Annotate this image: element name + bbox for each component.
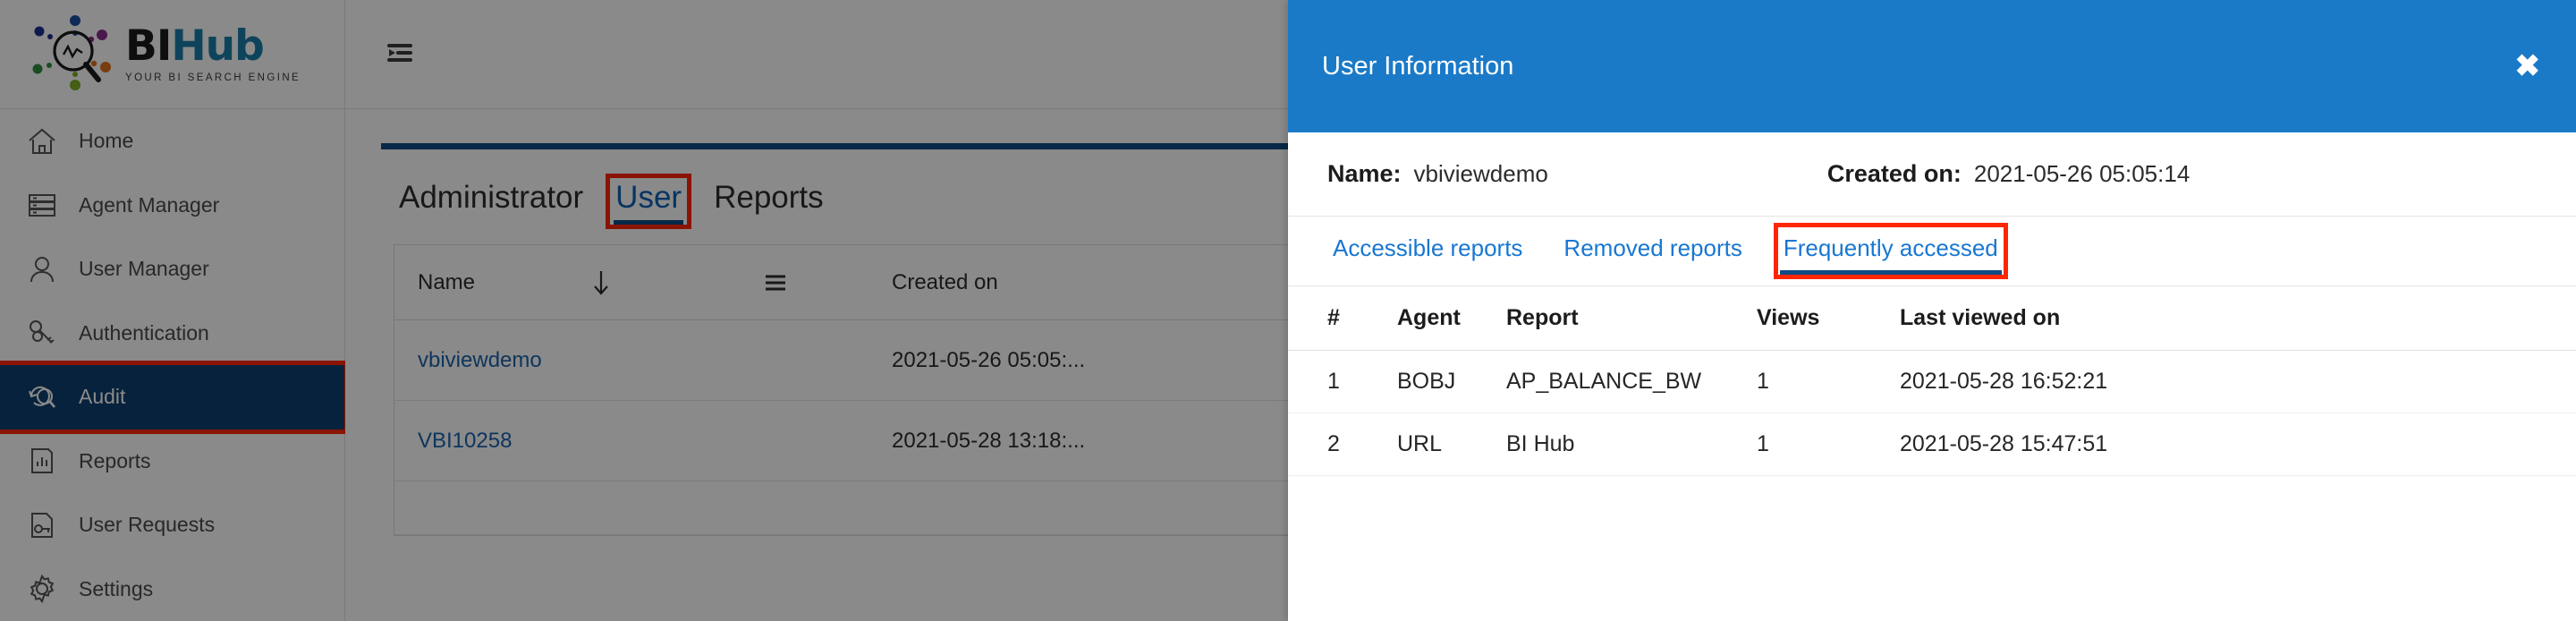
- dialog-tab-bar: Accessible reports Removed reports Frequ…: [1288, 217, 2576, 286]
- column-header-views: Views: [1757, 305, 1820, 330]
- hamburger-filter-icon[interactable]: [659, 272, 892, 293]
- sidebar-item-settings[interactable]: Settings: [0, 557, 344, 621]
- cell-views: 1: [1757, 431, 1769, 456]
- created-on-value: 2021-05-26 05:05:14: [1973, 160, 2190, 187]
- app-root: BIHub YOUR BI SEARCH ENGINE Home Agent M…: [0, 0, 2576, 621]
- brand-name-hub: Hub: [171, 21, 264, 71]
- document-key-icon: [21, 506, 63, 545]
- created-on-field: Created on: 2021-05-26 05:05:14: [1827, 160, 2190, 188]
- tab-reports[interactable]: Reports: [708, 178, 829, 225]
- magnifier-analytics-icon: [23, 10, 122, 99]
- sidebar-item-user-requests[interactable]: User Requests: [0, 493, 344, 557]
- sidebar-item-home[interactable]: Home: [0, 109, 344, 174]
- name-field: Name: vbiviewdemo: [1327, 160, 1548, 188]
- table-header-row: # Agent Report Views Last viewed on: [1288, 286, 2576, 351]
- frequently-accessed-table: # Agent Report Views Last viewed on 1 BO…: [1288, 286, 2576, 476]
- column-header-last-viewed: Last viewed on: [1900, 305, 2061, 330]
- tab-user[interactable]: User: [606, 174, 692, 229]
- sidebar: BIHub YOUR BI SEARCH ENGINE Home Agent M…: [0, 0, 349, 621]
- sidebar-item-reports[interactable]: Reports: [0, 430, 344, 494]
- sidebar-item-authentication[interactable]: Authentication: [0, 302, 344, 366]
- tab-frequently-accessed[interactable]: Frequently accessed: [1773, 223, 2008, 279]
- dialog-header: User Information ✖: [1288, 0, 2576, 132]
- report-chart-icon: [21, 441, 63, 481]
- name-value: vbiviewdemo: [1413, 160, 1548, 187]
- menu-collapse-icon[interactable]: [381, 34, 422, 74]
- cell-last-viewed: 2021-05-28 16:52:21: [1900, 369, 2108, 394]
- sidebar-item-label: Authentication: [79, 320, 209, 345]
- column-header-agent: Agent: [1397, 305, 1461, 330]
- cell-views: 1: [1757, 369, 1769, 394]
- name-label: Name:: [1327, 160, 1402, 187]
- created-on-label: Created on:: [1826, 160, 1962, 187]
- brand-name-bi: BI: [125, 21, 172, 71]
- server-rack-icon: [21, 185, 63, 225]
- sort-down-arrow-icon[interactable]: [543, 268, 659, 298]
- brand-logo[interactable]: BIHub YOUR BI SEARCH ENGINE: [0, 0, 344, 109]
- cell-agent: URL: [1397, 431, 1443, 456]
- audit-search-icon: [21, 378, 63, 417]
- sidebar-item-label: Settings: [79, 576, 154, 600]
- home-icon: [21, 122, 63, 161]
- close-icon[interactable]: ✖: [2515, 51, 2541, 81]
- cell-last-viewed: 2021-05-28 15:47:51: [1900, 431, 2108, 456]
- cell-report: BI Hub: [1506, 431, 1575, 456]
- dialog-title: User Information: [1322, 51, 1514, 81]
- sidebar-item-label: Reports: [79, 448, 151, 472]
- sidebar-item-label: Home: [79, 129, 134, 153]
- table-row[interactable]: 2 URL BI Hub 1 2021-05-28 15:47:51: [1288, 413, 2576, 476]
- sidebar-item-label: User Manager: [79, 257, 209, 281]
- sidebar-item-audit[interactable]: Audit: [0, 361, 349, 434]
- cell-agent: BOBJ: [1397, 369, 1456, 394]
- sidebar-item-agent-manager[interactable]: Agent Manager: [0, 174, 344, 238]
- tab-administrator[interactable]: Administrator: [394, 178, 589, 225]
- table-row[interactable]: 1 BOBJ AP_BALANCE_BW 1 2021-05-28 16:52:…: [1288, 351, 2576, 413]
- sidebar-item-user-manager[interactable]: User Manager: [0, 237, 344, 302]
- user-icon: [21, 250, 63, 289]
- cell-user-name[interactable]: VBI10258: [418, 429, 892, 454]
- cell-index: 1: [1327, 369, 1340, 394]
- dialog-summary: Name: vbiviewdemo Created on: 2021-05-26…: [1288, 132, 2576, 217]
- keys-icon: [21, 313, 63, 353]
- brand-wordmark: BIHub YOUR BI SEARCH ENGINE: [125, 25, 301, 83]
- sidebar-nav: Home Agent Manager User Manager Authenti…: [0, 109, 349, 621]
- cell-index: 2: [1327, 431, 1340, 456]
- sidebar-item-label: User Requests: [79, 513, 216, 537]
- cell-user-name[interactable]: vbiviewdemo: [418, 348, 892, 373]
- tab-accessible-reports[interactable]: Accessible reports: [1327, 227, 1528, 275]
- column-header-name[interactable]: Name: [418, 270, 543, 295]
- sidebar-item-label: Agent Manager: [79, 192, 220, 217]
- column-header-report: Report: [1506, 305, 1579, 330]
- sidebar-item-label: Audit: [79, 385, 126, 409]
- tab-removed-reports[interactable]: Removed reports: [1558, 227, 1747, 275]
- column-header-index: #: [1327, 305, 1340, 330]
- gear-icon: [21, 569, 63, 608]
- cell-report: AP_BALANCE_BW: [1506, 369, 1702, 394]
- user-information-dialog: User Information ✖ Name: vbiviewdemo Cre…: [1288, 0, 2576, 621]
- brand-tagline: YOUR BI SEARCH ENGINE: [125, 72, 301, 83]
